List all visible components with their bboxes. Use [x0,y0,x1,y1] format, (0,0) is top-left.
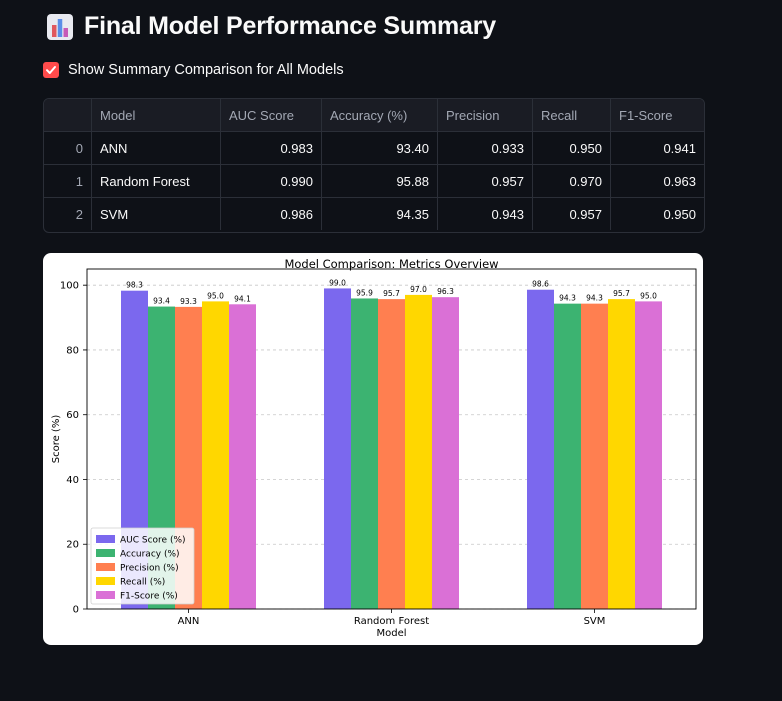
column-header-recall[interactable]: Recall [532,99,611,132]
summary-comparison-toggle[interactable]: Show Summary Comparison for All Models [43,62,344,78]
y-axis-label: Score (%) [51,415,62,464]
legend-label: Accuracy (%) [120,550,180,560]
legend-swatch [96,549,115,557]
row-index: 2 [44,197,92,230]
row-index: 1 [44,164,92,198]
bar-value-label: 96.3 [437,287,454,296]
legend-label: F1-Score (%) [120,592,178,602]
y-tick-label: 60 [66,410,79,421]
y-tick-label: 40 [66,475,79,486]
check-icon [46,66,56,74]
bar [608,299,635,609]
legend-swatch [96,535,115,543]
column-header-precision[interactable]: Precision [437,99,533,132]
cell-accuracy[interactable]: 95.88 [321,164,438,198]
x-tick-label: SVM [584,616,606,627]
cell-auc[interactable]: 0.986 [220,197,322,230]
bar-value-label: 95.7 [613,289,630,298]
legend-label: AUC Score (%) [120,536,186,546]
y-tick-label: 80 [66,345,79,356]
table-row[interactable]: 2 SVM 0.986 94.35 0.943 0.957 0.950 [44,197,705,231]
table-row[interactable]: 0 ANN 0.983 93.40 0.933 0.950 0.941 [44,131,704,165]
cell-f1[interactable]: 0.941 [610,131,704,165]
cell-accuracy[interactable]: 93.40 [321,131,438,165]
cell-model[interactable]: SVM [91,197,221,230]
page-title: Final Model Performance Summary [84,12,496,40]
column-header-model[interactable]: Model [91,99,221,132]
cell-recall[interactable]: 0.970 [532,164,611,198]
cell-recall[interactable]: 0.957 [532,197,611,230]
legend-swatch [96,563,115,571]
bar [229,304,256,609]
cell-auc[interactable]: 0.990 [220,164,322,198]
page-header: Final Model Performance Summary [46,12,496,41]
chart-title: Model Comparison: Metrics Overview [284,257,498,271]
cell-f1[interactable]: 0.950 [611,198,705,231]
bar [581,303,608,609]
bar-value-label: 97.0 [410,285,427,294]
bar-value-label: 95.0 [207,291,224,300]
bar-value-label: 99.0 [329,278,346,287]
metrics-chart-card: 0 20 40 60 80 100 98.3 93.4 93.3 95.0 94.1 ANN 99.0 9… [43,253,703,645]
bar-value-label: 94.3 [586,294,603,303]
bar-value-label: 98.6 [532,280,549,289]
column-header-index[interactable] [44,99,92,132]
bar [202,301,229,609]
bar [554,303,581,609]
cell-precision[interactable]: 0.943 [437,197,533,230]
checkbox-checked[interactable] [43,62,59,78]
legend-swatch [96,591,115,599]
bar [378,299,405,609]
column-header-accuracy[interactable]: Accuracy (%) [321,99,438,132]
bar [635,301,662,609]
bar [527,289,554,609]
cell-recall[interactable]: 0.950 [532,131,611,165]
bar-value-label: 98.3 [126,281,143,290]
bar-value-label: 94.1 [234,294,251,303]
legend-label: Precision (%) [120,564,179,574]
cell-model[interactable]: ANN [91,131,221,165]
column-header-f1[interactable]: F1-Score [610,99,704,132]
bar-value-label: 95.0 [640,291,657,300]
y-tick-label: 20 [66,540,79,551]
bar [324,288,351,609]
bar [351,298,378,609]
metrics-bar-chart: 0 20 40 60 80 100 98.3 93.4 93.3 95.0 94.1 ANN 99.0 9… [51,257,697,639]
x-tick-label: ANN [178,616,200,627]
checkbox-label: Show Summary Comparison for All Models [68,62,344,78]
legend-swatch [96,577,115,585]
bar-value-label: 95.9 [356,288,373,297]
row-index: 0 [44,131,92,165]
column-header-auc[interactable]: AUC Score [220,99,322,132]
y-tick-label: 100 [60,281,79,292]
bar-chart-icon [47,13,73,40]
x-tick-label: Random Forest [354,616,429,627]
x-axis-label: Model [376,628,406,639]
bar-value-label: 94.3 [559,294,576,303]
bar-value-label: 95.7 [383,289,400,298]
cell-f1[interactable]: 0.963 [610,164,704,198]
cell-precision[interactable]: 0.933 [437,131,533,165]
bar-value-label: 93.4 [153,297,170,306]
table-row[interactable]: 1 Random Forest 0.990 95.88 0.957 0.970 … [44,164,704,198]
bar [432,297,459,609]
summary-table[interactable]: Model AUC Score Accuracy (%) Precision R… [43,98,705,233]
cell-precision[interactable]: 0.957 [437,164,533,198]
cell-accuracy[interactable]: 94.35 [321,197,438,230]
y-tick-label: 0 [73,605,79,616]
cell-auc[interactable]: 0.983 [220,131,322,165]
table-header-row: Model AUC Score Accuracy (%) Precision R… [44,99,704,132]
bar-value-label: 93.3 [180,297,197,306]
legend-label: Recall (%) [120,578,165,588]
bar [405,294,432,609]
cell-model[interactable]: Random Forest [91,164,221,198]
